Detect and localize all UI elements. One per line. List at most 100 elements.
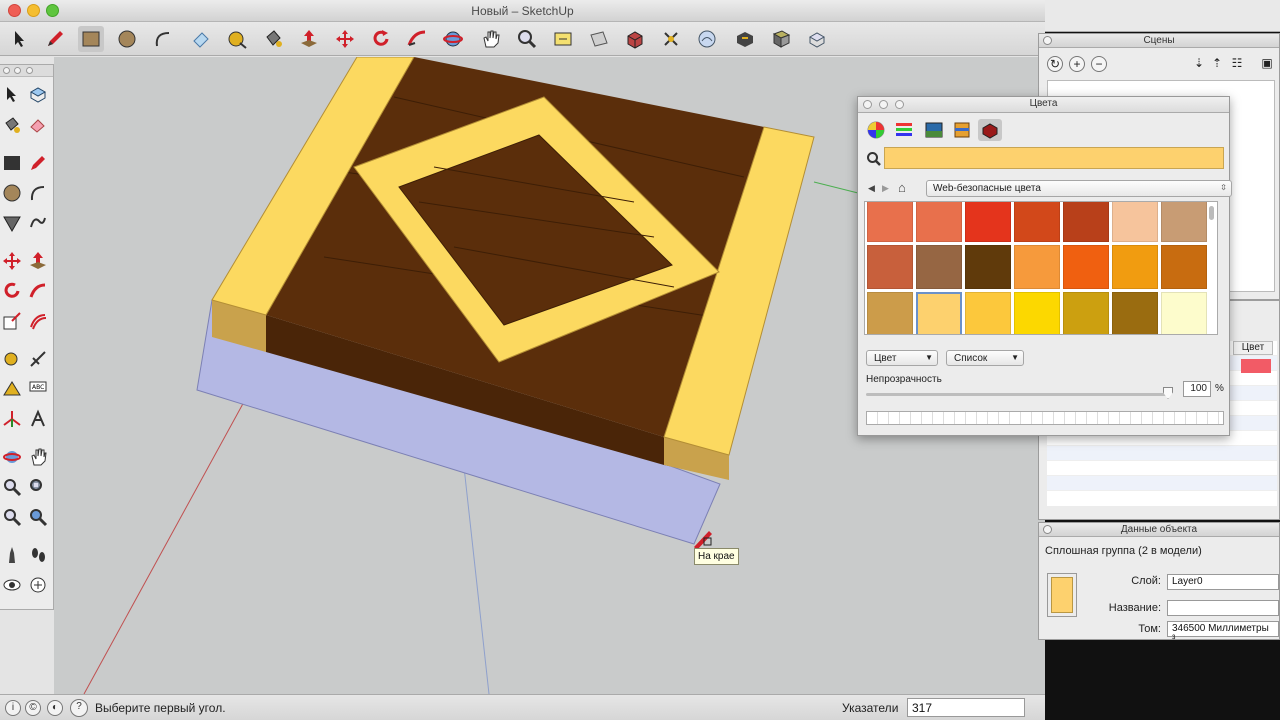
measurements-input[interactable]: 317 <box>907 698 1025 717</box>
orbit-icon[interactable] <box>0 445 24 469</box>
color-sliders-icon[interactable] <box>892 119 916 141</box>
opacity-slider-track[interactable] <box>866 393 1166 396</box>
3d-text-icon[interactable] <box>26 407 50 431</box>
opacity-input[interactable]: 100 <box>1183 381 1211 397</box>
credits-icon[interactable]: © <box>25 700 41 716</box>
protractor-icon[interactable] <box>0 377 24 401</box>
colors-minimize-button[interactable] <box>879 100 888 109</box>
pan-tool-icon[interactable] <box>478 26 504 52</box>
color-palettes-icon[interactable] <box>950 119 974 141</box>
look-around-icon[interactable] <box>0 573 24 597</box>
color-swatch[interactable] <box>965 245 1011 289</box>
color-swatch[interactable] <box>1063 245 1109 289</box>
rotate-icon[interactable] <box>0 279 24 303</box>
sandbox-icon[interactable] <box>694 26 720 52</box>
push-pull-icon[interactable] <box>26 249 50 273</box>
zoom-icon[interactable] <box>0 475 24 499</box>
walk-icon[interactable] <box>26 543 50 567</box>
paint-bucket-tool-icon[interactable] <box>260 26 286 52</box>
scene-view-options-icon[interactable]: ☷ <box>1229 56 1245 72</box>
color-swatch[interactable] <box>1063 202 1109 242</box>
text-icon[interactable]: ABC <box>26 377 50 401</box>
circle-icon[interactable] <box>0 181 24 205</box>
position-camera-icon[interactable] <box>0 543 24 567</box>
remove-scene-icon[interactable]: − <box>1091 56 1107 72</box>
color-swatch[interactable] <box>867 245 913 289</box>
polygon-icon[interactable] <box>0 211 24 235</box>
name-field[interactable] <box>1167 600 1279 616</box>
follow-me-icon[interactable] <box>26 279 50 303</box>
layer-row[interactable] <box>1047 476 1277 491</box>
push-pull-tool-icon[interactable] <box>296 26 322 52</box>
colors-close-button[interactable] <box>863 100 872 109</box>
color-mode-dropdown[interactable]: Цвет ▼ <box>866 350 938 366</box>
follow-me-tool-icon[interactable] <box>404 26 430 52</box>
color-wheel-icon[interactable] <box>864 119 888 141</box>
back-arrow-icon[interactable]: ◀ <box>868 183 875 194</box>
rectangle-icon[interactable] <box>0 151 24 175</box>
arc-tool-icon[interactable] <box>150 26 176 52</box>
zoom-tool-icon[interactable] <box>514 26 540 52</box>
pan-icon[interactable] <box>26 445 50 469</box>
scene-details-icon[interactable]: ▣ <box>1259 56 1275 72</box>
color-swatch[interactable] <box>1063 292 1109 334</box>
zoom-window-icon[interactable] <box>26 475 50 499</box>
color-swatch[interactable] <box>1014 202 1060 242</box>
swatch-scrollbar[interactable] <box>1209 206 1214 220</box>
color-swatch[interactable] <box>1161 245 1207 289</box>
zoom-extents-icon[interactable] <box>0 505 24 529</box>
tape-measure-icon[interactable] <box>0 347 24 371</box>
color-swatch[interactable] <box>916 202 962 242</box>
move-scene-up-icon[interactable]: ⇡ <box>1209 56 1225 72</box>
rectangle-tool-icon[interactable] <box>78 26 104 52</box>
scenes-close-button[interactable] <box>1043 36 1052 45</box>
styles-icon[interactable] <box>768 26 794 52</box>
select-icon[interactable] <box>0 83 24 107</box>
move-tool-icon[interactable] <box>332 26 358 52</box>
section-plane-icon[interactable] <box>26 573 50 597</box>
palette-select[interactable]: Web-безопасные цвета ⇳ <box>926 180 1232 197</box>
axes-icon[interactable] <box>0 407 24 431</box>
color-swatch[interactable] <box>867 292 913 334</box>
color-swatch[interactable] <box>916 245 962 289</box>
help-icon[interactable]: ? <box>70 699 88 717</box>
tape-measure-tool-icon[interactable] <box>224 26 250 52</box>
home-icon[interactable]: ⌂ <box>898 180 906 195</box>
line-icon[interactable] <box>26 151 50 175</box>
color-swatch[interactable] <box>916 292 962 334</box>
select-tool-icon[interactable] <box>6 26 32 52</box>
offset-icon[interactable] <box>26 309 50 333</box>
palette-zoom-button[interactable] <box>26 67 33 74</box>
layer-row[interactable] <box>1047 461 1277 476</box>
user-icon[interactable]: ◐ <box>47 700 63 716</box>
eraser-tool-icon[interactable] <box>188 26 214 52</box>
freehand-icon[interactable] <box>26 211 50 235</box>
forward-arrow-icon[interactable]: ▶ <box>882 183 889 194</box>
3d-warehouse-icon[interactable] <box>622 26 648 52</box>
color-swatch[interactable] <box>965 202 1011 242</box>
components-icon[interactable] <box>658 26 684 52</box>
view-mode-dropdown[interactable]: Список ▼ <box>946 350 1024 366</box>
scale-icon[interactable] <box>0 309 24 333</box>
orbit-tool-icon[interactable] <box>440 26 466 52</box>
entity-info-close-button[interactable] <box>1043 525 1052 534</box>
color-swatch[interactable] <box>1014 292 1060 334</box>
add-scene-icon[interactable]: + <box>1069 56 1085 72</box>
current-color-preview[interactable] <box>884 147 1224 169</box>
extension-warehouse-icon[interactable] <box>732 26 758 52</box>
export-icon[interactable] <box>804 26 830 52</box>
color-swatch[interactable] <box>867 202 913 242</box>
color-swatch[interactable] <box>1112 292 1158 334</box>
pencil-tool-icon[interactable] <box>42 26 68 52</box>
color-swatch[interactable] <box>1161 202 1207 242</box>
palette-minimize-button[interactable] <box>14 67 21 74</box>
color-swatch[interactable] <box>1014 245 1060 289</box>
layer-row[interactable] <box>1047 446 1277 461</box>
rotate-tool-icon[interactable] <box>368 26 394 52</box>
opacity-slider-thumb[interactable] <box>1163 387 1173 399</box>
colors-zoom-button[interactable] <box>895 100 904 109</box>
make-component-icon[interactable] <box>26 83 50 107</box>
zoom-window-tool-icon[interactable] <box>550 26 576 52</box>
color-swatch[interactable] <box>965 292 1011 334</box>
section-plane-tool-icon[interactable] <box>586 26 612 52</box>
